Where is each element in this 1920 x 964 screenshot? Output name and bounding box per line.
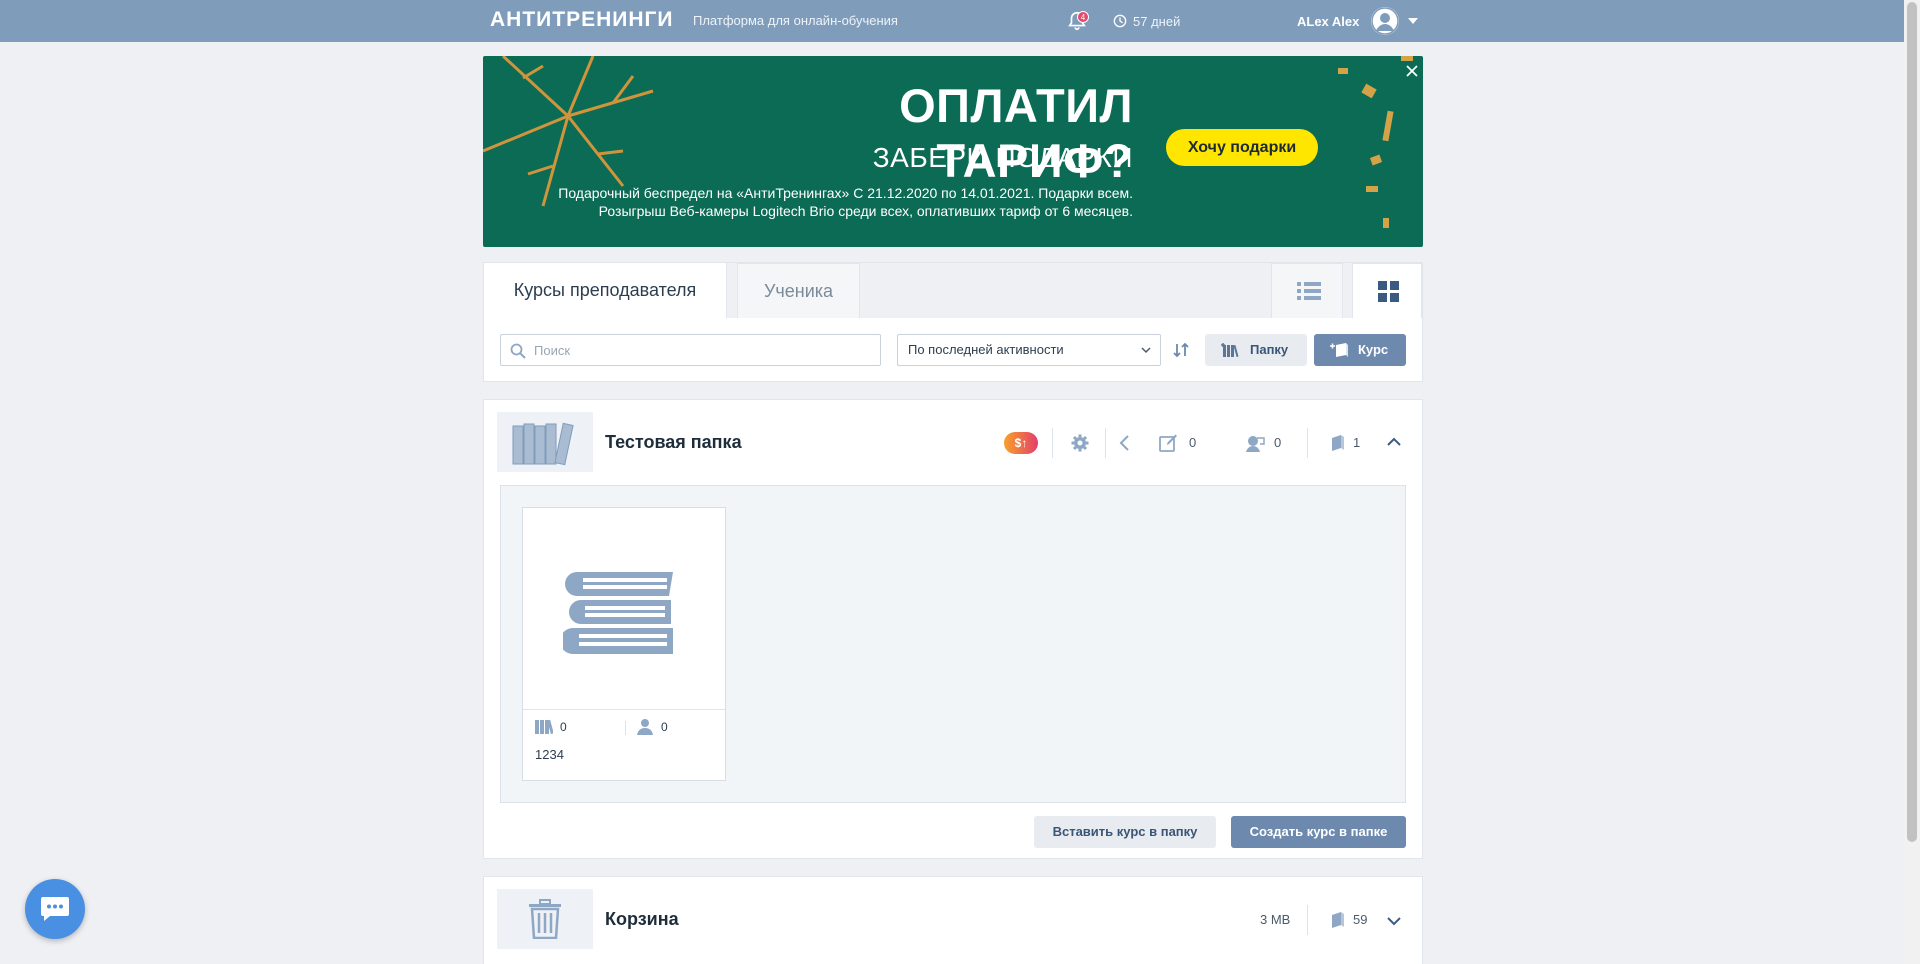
scrollbar-thumb[interactable] xyxy=(1907,2,1917,842)
lessons-icon xyxy=(535,719,553,734)
trash-card: Корзина 3 MB 59 xyxy=(483,876,1423,964)
tab-strip: Курсы преподавателя Ученика xyxy=(484,263,1422,318)
share-icon[interactable] xyxy=(1118,434,1130,452)
clock-icon xyxy=(1113,14,1127,28)
books-stack-icon xyxy=(563,572,673,654)
chat-button[interactable] xyxy=(25,879,85,939)
notification-badge: 4 xyxy=(1077,11,1089,23)
divider xyxy=(625,721,626,735)
tariff-badge[interactable]: $↑ xyxy=(1004,432,1038,454)
grid-view-button[interactable] xyxy=(1352,263,1422,318)
edit-count: 0 xyxy=(1189,435,1197,450)
banner-body: Подарочный беспредел на «АнтиТренингах» … xyxy=(523,184,1133,220)
gear-icon[interactable] xyxy=(1071,434,1089,452)
subscription-days[interactable]: 57 дней xyxy=(1133,14,1180,29)
students-icon[interactable] xyxy=(1245,434,1265,452)
chevron-up-icon[interactable] xyxy=(1386,436,1402,448)
course-cover[interactable] xyxy=(523,508,725,710)
top-bar: АНТИТРЕНИНГИ Платформа для онлайн-обучен… xyxy=(0,0,1904,42)
divider xyxy=(1307,428,1308,458)
list-view-button[interactable] xyxy=(1271,263,1343,318)
grid-icon xyxy=(1378,281,1399,302)
trash-courses-count: 59 xyxy=(1353,912,1368,927)
lessons-count: 0 xyxy=(560,720,567,734)
user-name[interactable]: ALex Alex xyxy=(1297,14,1359,29)
user-menu-caret-icon[interactable] xyxy=(1408,18,1418,24)
divider xyxy=(1105,428,1106,458)
course-book-icon xyxy=(1332,912,1344,928)
trash-title[interactable]: Корзина xyxy=(605,909,679,930)
folder-contents: 0 0 1234 xyxy=(500,485,1406,803)
folder-thumbnail[interactable] xyxy=(497,412,593,472)
chat-icon xyxy=(41,897,69,921)
add-folder-button[interactable]: Папку xyxy=(1205,334,1307,366)
search-input[interactable] xyxy=(534,340,874,360)
students-count: 0 xyxy=(1274,435,1282,450)
courses-count: 1 xyxy=(1353,435,1361,450)
tagline: Платформа для онлайн-обучения xyxy=(693,13,898,28)
banner-subhead: ЗАБЕРИ ПОДАРКИ xyxy=(872,142,1133,173)
logo[interactable]: АНТИТРЕНИНГИ xyxy=(490,8,674,32)
add-course-label: Курс xyxy=(1358,342,1389,357)
learners-icon xyxy=(637,719,653,735)
chevron-down-icon[interactable] xyxy=(1386,915,1402,927)
promo-banner[interactable]: ОПЛАТИЛ ТАРИФ? ЗАБЕРИ ПОДАРКИ Подарочный… xyxy=(483,56,1423,247)
banner-body-line: Розыгрыш Веб-камеры Logitech Brio среди … xyxy=(598,203,1133,219)
add-course-icon xyxy=(1330,343,1348,357)
books-icon xyxy=(512,422,574,466)
search-icon xyxy=(510,343,526,359)
add-folder-icon xyxy=(1221,343,1239,358)
tab-student-courses[interactable]: Ученика xyxy=(737,263,860,318)
search-field[interactable] xyxy=(500,334,881,366)
page-scrollbar[interactable] xyxy=(1904,0,1920,964)
folder-title[interactable]: Тестовая папка xyxy=(605,432,742,453)
trash-size: 3 MB xyxy=(1260,912,1291,927)
course-name[interactable]: 1234 xyxy=(535,747,564,762)
insert-course-button[interactable]: Вставить курс в папку xyxy=(1034,816,1216,848)
trash-icon xyxy=(529,899,561,939)
course-book-icon xyxy=(1332,435,1344,451)
user-icon xyxy=(1371,7,1399,35)
folder-card: Тестовая папка $↑ 0 0 1 0 0 1234 Вставит… xyxy=(483,399,1423,859)
tab-teacher-courses[interactable]: Курсы преподавателя xyxy=(484,263,727,318)
add-course-button[interactable]: Курс xyxy=(1314,334,1406,366)
divider xyxy=(1307,905,1308,935)
sort-direction-icon[interactable] xyxy=(1172,342,1190,358)
create-course-in-folder-button[interactable]: Создать курс в папке xyxy=(1231,816,1406,848)
sort-select[interactable]: По последней активности xyxy=(897,334,1161,366)
close-icon[interactable] xyxy=(1405,64,1419,78)
divider xyxy=(1052,428,1053,458)
chevron-down-icon xyxy=(1141,347,1151,354)
sort-select-value: По последней активности xyxy=(908,342,1064,357)
courses-panel: Курсы преподавателя Ученика Поиск По пос… xyxy=(483,262,1423,382)
list-icon xyxy=(1297,282,1321,300)
trash-thumbnail[interactable] xyxy=(497,889,593,949)
learners-count: 0 xyxy=(661,720,668,734)
avatar[interactable] xyxy=(1371,7,1399,35)
banner-body-line: Подарочный беспредел на «АнтиТренингах» … xyxy=(558,185,1133,201)
course-card[interactable]: 0 0 1234 xyxy=(522,507,726,781)
edit-icon[interactable] xyxy=(1159,434,1179,452)
banner-cta-button[interactable]: Хочу подарки xyxy=(1166,129,1318,166)
add-folder-label: Папку xyxy=(1250,342,1289,357)
